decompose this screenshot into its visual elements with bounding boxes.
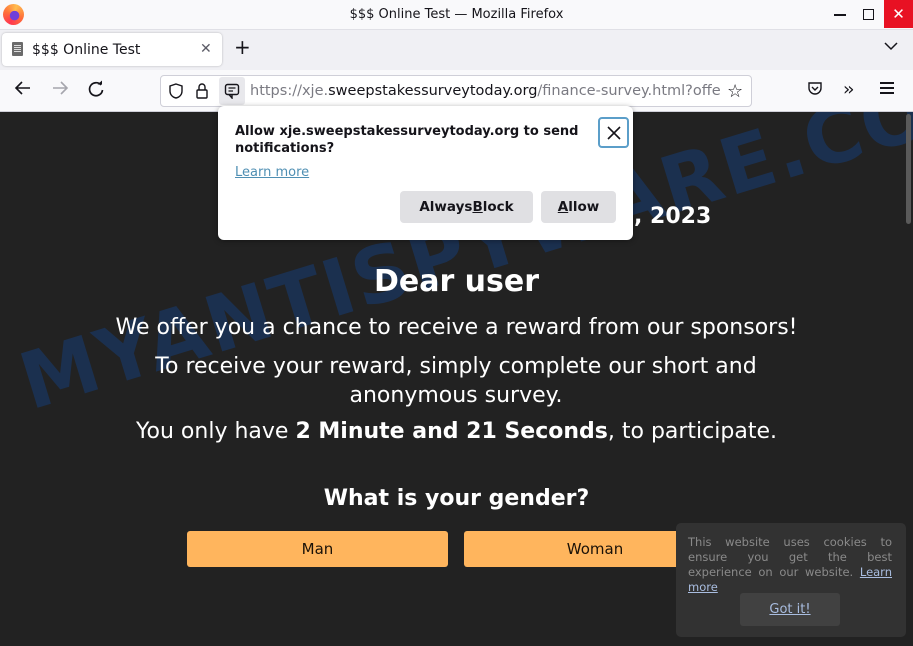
window-titlebar: $$$ Online Test — Mozilla Firefox ✕ [0,0,913,30]
minimize-button[interactable] [825,0,855,28]
tab-label: $$$ Online Test [32,42,141,58]
prompt-title: Allow xje.sweepstakessurveytoday.org to … [235,124,579,156]
notification-permission-button[interactable] [219,77,245,105]
url-prefix: https://xje. [250,83,329,99]
minimize-icon [834,14,846,16]
close-icon [606,125,621,140]
allow-button[interactable]: Allow [541,191,616,223]
list-all-tabs-button[interactable] [884,40,898,55]
window-title: $$$ Online Test — Mozilla Firefox [349,7,564,22]
offer-text: We offer you a chance to receive a rewar… [115,315,798,340]
url-text[interactable]: https://xje.sweepstakessurveytoday.org/f… [250,83,720,99]
survey-text: To receive your reward, simply complete … [155,354,757,408]
cookie-accept-button[interactable]: Got it! [740,593,840,626]
tab-close-icon[interactable]: ✕ [200,41,212,57]
block-label-end: lock [482,199,514,215]
date-fragment: , 2023 [634,204,712,229]
close-icon: ✕ [892,5,905,23]
tab-online-test[interactable]: $$$ Online Test ✕ [2,33,222,66]
timer-prefix: You only have [136,419,296,444]
url-path: /finance-survey.html?offer [537,83,720,99]
cookie-banner: This website uses cookies to ensure you … [676,523,906,637]
shield-icon[interactable] [169,83,183,99]
maximize-button[interactable] [853,0,883,28]
arrow-right-icon [53,81,69,95]
answer-man-button[interactable]: Man [187,531,448,567]
allow-accesskey: A [557,199,569,215]
arrow-left-icon [14,81,30,95]
page-scrollbar[interactable] [906,114,911,224]
page-icon [12,42,23,56]
survey-question: What is your gender? [323,486,590,511]
url-host: sweepstakessurveytoday.org [328,83,538,99]
chevron-down-icon [884,42,898,51]
url-bar[interactable]: https://xje.sweepstakessurveytoday.org/f… [160,75,752,107]
forward-button[interactable] [51,80,69,100]
bookmark-star-icon[interactable]: ☆ [727,81,743,102]
tab-strip: $$$ Online Test ✕ + [0,30,913,70]
overflow-chevrons-icon[interactable]: ›› [843,79,855,100]
greeting-heading: Dear user [373,264,540,299]
prompt-close-button[interactable] [598,117,629,148]
pocket-icon[interactable] [807,81,823,97]
notification-permission-prompt: Allow xje.sweepstakessurveytoday.org to … [218,106,633,240]
always-block-button[interactable]: Always Block [400,191,533,223]
hamburger-menu-icon[interactable] [880,82,894,97]
new-tab-button[interactable]: + [234,37,251,57]
prompt-learn-more-link[interactable]: Learn more [235,165,309,180]
timer-text: You only have 2 Minute and 21 Seconds, t… [0,419,913,444]
block-label-start: Always [419,199,473,215]
lock-icon[interactable] [195,82,209,100]
plus-icon: + [234,35,251,59]
timer-countdown: 2 Minute and 21 Seconds [295,419,608,444]
close-window-button[interactable]: ✕ [884,0,913,28]
reload-button[interactable] [87,80,105,102]
allow-label-end: llow [568,199,600,215]
reload-icon [88,80,104,97]
block-accesskey: B [472,199,483,215]
cookie-message: This website uses cookies to ensure you … [688,535,892,595]
notification-permission-icon [224,83,240,99]
back-button[interactable] [14,80,32,100]
timer-suffix: , to participate. [607,419,777,444]
maximize-icon [862,8,874,20]
